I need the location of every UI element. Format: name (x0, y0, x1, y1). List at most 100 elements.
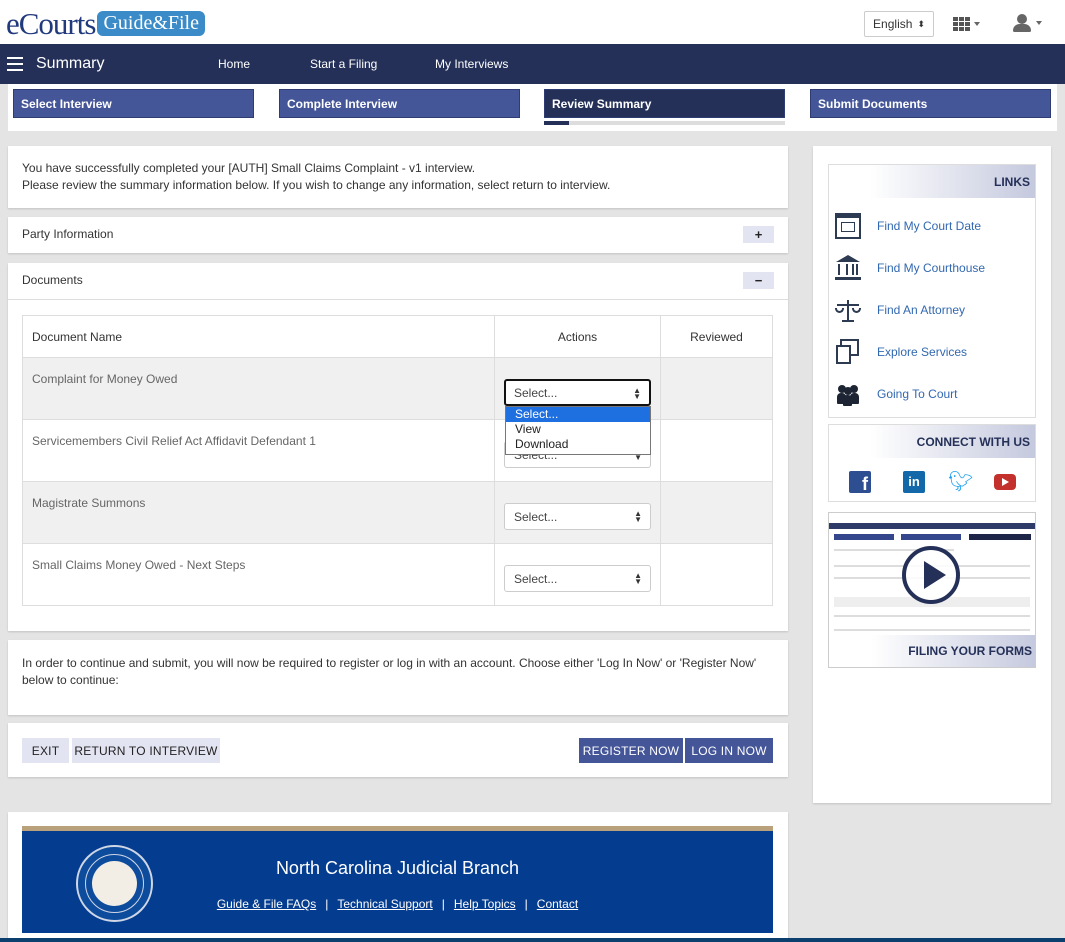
updown-arrow-icon: ▲▼ (634, 571, 642, 586)
completion-message: You have successfully completed your [AU… (8, 146, 788, 208)
courthouse-icon (835, 255, 861, 281)
user-icon (1012, 13, 1032, 33)
link-label: Find My Court Date (877, 219, 982, 233)
updown-arrow-icon: ▲▼ (634, 509, 642, 524)
step-select-interview[interactable]: Select Interview (13, 89, 254, 118)
page-title: Summary (36, 55, 105, 72)
footer-link-help-topics[interactable]: Help Topics (454, 897, 516, 911)
progress-steps: Select Interview Complete Interview Revi… (8, 84, 1057, 131)
reviewed-cell (660, 419, 773, 482)
table-row: Magistrate Summons (22, 481, 773, 544)
party-information-title: Party Information (22, 227, 114, 241)
footer-link-technical-support[interactable]: Technical Support (337, 897, 432, 911)
language-select[interactable]: English ⬍ (864, 11, 934, 37)
nav-link-home[interactable]: Home (218, 57, 250, 71)
table-header-row: Document Name Actions Reviewed (22, 315, 773, 358)
dropdown-option-download[interactable]: Download (506, 437, 650, 452)
link-going-to-court[interactable]: Going To Court (835, 380, 958, 408)
party-information-section[interactable]: Party Information + (8, 217, 788, 253)
footer-title: North Carolina Judicial Branch (275, 858, 520, 878)
nav-link-start-filing[interactable]: Start a Filing (310, 57, 377, 71)
youtube-icon[interactable] (994, 474, 1016, 490)
ecourts-logo[interactable]: eCourts Guide&File (6, 7, 205, 39)
step-submit-documents[interactable]: Submit Documents (810, 89, 1051, 118)
user-menu[interactable] (1012, 12, 1048, 34)
return-to-interview-button[interactable]: RETURN TO INTERVIEW (72, 738, 220, 763)
play-button-icon[interactable] (902, 546, 960, 604)
reviewed-cell (660, 357, 773, 420)
table-row: Complaint for Money Owed (22, 357, 773, 420)
action-buttons-bar: EXIT RETURN TO INTERVIEW REGISTER NOW LO… (8, 723, 788, 777)
register-now-button[interactable]: REGISTER NOW (579, 738, 683, 763)
link-label: Find An Attorney (877, 303, 966, 317)
link-find-courthouse[interactable]: Find My Courthouse (835, 254, 985, 282)
link-find-court-date[interactable]: Find My Court Date (835, 212, 981, 240)
footer-separator: | (441, 897, 445, 911)
documents-section: Documents − Document Name Actions Review… (8, 263, 788, 631)
action-select-row-1[interactable]: Select... ▲ ▼ (504, 379, 651, 406)
apps-grid-menu[interactable] (953, 15, 985, 33)
people-icon (835, 381, 861, 407)
caret-down-icon (974, 22, 980, 26)
linkedin-icon[interactable]: in (903, 471, 925, 493)
sidebar: LINKS Find My Court Date Find My Courtho… (813, 146, 1051, 803)
action-select-row-4[interactable]: Select... ▲ ▼ (504, 565, 651, 592)
links-panel: LINKS Find My Court Date Find My Courtho… (828, 164, 1036, 418)
step-progress-bar (544, 121, 785, 125)
completion-line-1: You have successfully completed your [AU… (22, 161, 476, 175)
select-value: Select... (514, 572, 558, 586)
footer-link-contact[interactable]: Contact (537, 897, 578, 911)
footer-link-faqs[interactable]: Guide & File FAQs (217, 897, 316, 911)
nav-link-my-interviews[interactable]: My Interviews (435, 57, 508, 71)
step-complete-interview[interactable]: Complete Interview (279, 89, 520, 118)
action-select-row-3[interactable]: Select... ▲ ▼ (504, 503, 651, 530)
step-review-summary[interactable]: Review Summary (544, 89, 785, 118)
log-in-now-button[interactable]: LOG IN NOW (685, 738, 773, 763)
footer-links: Guide & File FAQs | Technical Support | Help… (22, 897, 773, 911)
video-caption: FILING YOUR FORMS (829, 635, 1035, 667)
footer: North Carolina Judicial Branch Guide & F… (22, 826, 773, 933)
link-find-attorney[interactable]: Find An Attorney (835, 296, 965, 324)
footer-card: North Carolina Judicial Branch Guide & F… (8, 812, 788, 942)
documents-title: Documents (22, 273, 83, 287)
document-name: Magistrate Summons (22, 481, 495, 544)
link-label: Find My Courthouse (877, 261, 986, 275)
facebook-icon[interactable]: f (849, 471, 871, 493)
document-name: Servicemembers Civil Relief Act Affidavi… (22, 419, 495, 482)
select-value: Select... (514, 510, 558, 524)
link-explore-services[interactable]: Explore Services (835, 338, 967, 366)
select-value: Select... (514, 386, 558, 400)
main-nav: Summary Home Start a Filing My Interview… (0, 44, 1065, 84)
document-name: Small Claims Money Owed - Next Steps (22, 543, 495, 606)
hamburger-menu-icon[interactable] (7, 57, 23, 71)
logo-ecourts-text: eCourts (6, 5, 96, 41)
updown-arrow-icon: ▲▼ (633, 386, 641, 401)
top-bar: eCourts Guide&File English ⬍ (0, 0, 1065, 44)
caret-down-icon (1036, 21, 1042, 25)
documents-icon (835, 339, 861, 365)
connect-panel: CONNECT WITH US f in 🐦︎ (828, 424, 1036, 502)
dropdown-option-view[interactable]: View (506, 422, 650, 437)
connect-title: CONNECT WITH US (829, 425, 1035, 458)
dropdown-option-select[interactable]: Select... (506, 407, 650, 422)
register-instructions: In order to continue and submit, you wil… (8, 640, 788, 715)
document-name: Complaint for Money Owed (22, 357, 495, 420)
expand-plus-button[interactable]: + (743, 226, 774, 243)
filing-forms-video[interactable]: FILING YOUR FORMS (828, 512, 1036, 668)
twitter-icon[interactable]: 🐦︎ (948, 471, 973, 493)
header-reviewed: Reviewed (660, 315, 773, 358)
apps-grid-icon (953, 17, 970, 31)
action-dropdown-menu: Select... View Download (505, 406, 651, 455)
scales-icon (835, 297, 861, 323)
language-value: English (873, 17, 913, 31)
logo-guide-file-badge: Guide&File (97, 10, 205, 36)
collapse-minus-button[interactable]: − (743, 272, 774, 289)
register-instructions-text: In order to continue and submit, you wil… (22, 656, 757, 687)
bottom-strip (0, 938, 1065, 942)
exit-button[interactable]: EXIT (22, 738, 69, 763)
header-document-name: Document Name (22, 315, 495, 358)
footer-separator: | (524, 897, 528, 911)
footer-separator: | (325, 897, 329, 911)
reviewed-cell (660, 481, 773, 544)
table-row: Servicemembers Civil Relief Act Affidavi… (22, 419, 773, 482)
